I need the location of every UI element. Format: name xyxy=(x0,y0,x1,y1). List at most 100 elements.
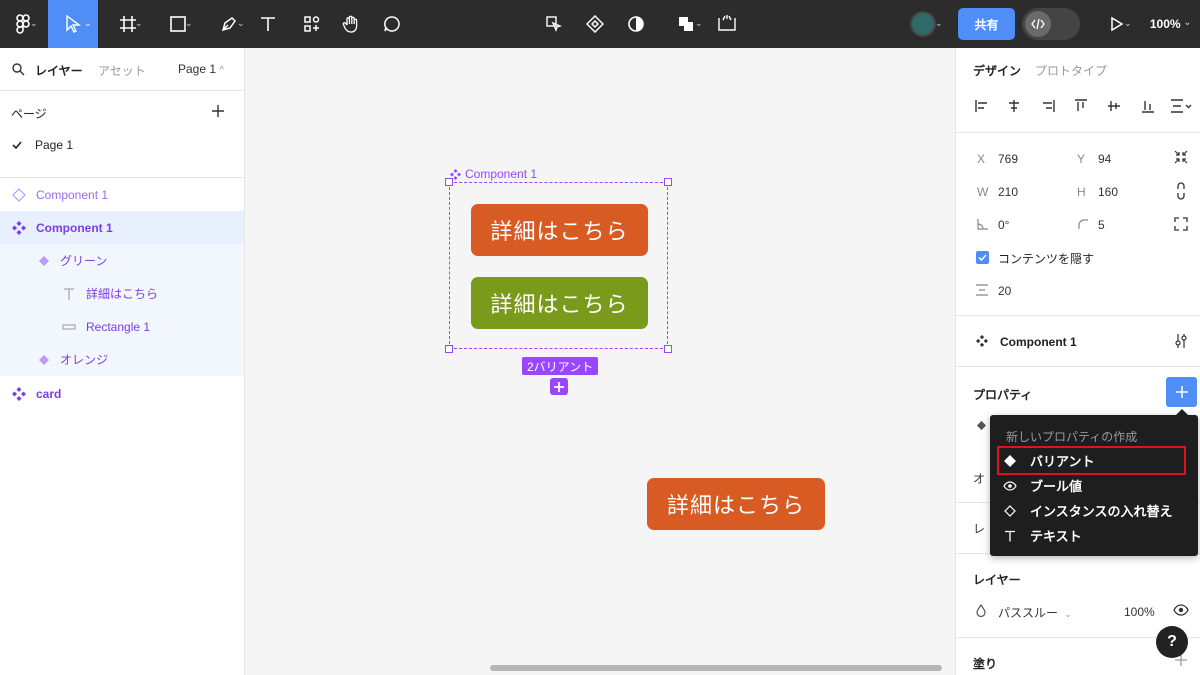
check-icon xyxy=(978,254,987,261)
x-input[interactable]: 769 xyxy=(998,152,1018,166)
eye-icon xyxy=(1003,480,1017,491)
zoom-menu[interactable]: 100% ⌄ xyxy=(1143,0,1198,48)
constrain-proportions-icon[interactable] xyxy=(1176,182,1186,200)
main-menu-button[interactable]: ⌄ xyxy=(0,0,46,48)
menu-item-text[interactable]: テキスト xyxy=(990,523,1198,548)
boolean-union-icon xyxy=(679,17,693,31)
instance-button[interactable]: 詳細はこちら xyxy=(647,478,825,530)
component-set-icon xyxy=(12,386,26,401)
y-input[interactable]: 94 xyxy=(1098,152,1111,166)
component-diamond-icon xyxy=(586,15,604,33)
avatar xyxy=(910,11,936,37)
rotation-input[interactable]: 0° xyxy=(998,218,1009,232)
collapse-arrows-icon[interactable] xyxy=(1174,150,1188,164)
align-top-icon[interactable] xyxy=(1073,98,1089,114)
radius-input[interactable]: 5 xyxy=(1098,218,1105,232)
edit-object-button[interactable] xyxy=(540,0,568,48)
resources-button[interactable] xyxy=(298,0,326,48)
search-icon[interactable] xyxy=(12,63,25,76)
add-variant-button[interactable] xyxy=(550,378,568,395)
chevron-down-icon: ⌄ xyxy=(1124,18,1132,28)
clip-content-label: コンテンツを隠す xyxy=(998,252,1095,266)
distribute-menu-icon[interactable] xyxy=(1169,98,1193,114)
hand-tool-button[interactable] xyxy=(337,0,365,48)
chevron-up-icon: ^ xyxy=(219,65,225,76)
layer-item[interactable]: 詳細はこちら xyxy=(0,277,244,310)
shape-tool-button[interactable]: ⌄ xyxy=(158,0,198,48)
component-name: Component 1 xyxy=(1000,335,1077,349)
gap-input[interactable]: 20 xyxy=(998,284,1011,298)
plus-icon xyxy=(1175,386,1188,398)
menu-item-instance-swap[interactable]: インスタンスの入れ替え xyxy=(990,498,1198,523)
align-left-icon[interactable] xyxy=(974,98,990,114)
independent-corners-icon[interactable] xyxy=(1174,217,1188,231)
page-selector[interactable]: Page 1 ^ xyxy=(178,62,224,76)
truncated-section-label: レ xyxy=(973,522,986,536)
help-button[interactable]: ? xyxy=(1156,626,1188,658)
multiplayer-avatar-button[interactable]: ⌄ xyxy=(897,0,949,48)
horizontal-scrollbar[interactable] xyxy=(490,665,942,671)
resize-handle[interactable] xyxy=(664,178,672,186)
resize-handle[interactable] xyxy=(445,345,453,353)
variant-orange-button[interactable]: 詳細はこちら xyxy=(471,204,648,256)
boolean-ops-button[interactable]: ⌄ xyxy=(666,0,706,48)
tab-prototype[interactable]: プロトタイプ xyxy=(1035,62,1107,79)
layer-item[interactable]: グリーン xyxy=(0,244,244,277)
plus-icon xyxy=(554,381,564,392)
variant-green-button[interactable]: 詳細はこちら xyxy=(471,277,648,329)
present-button[interactable]: ⌄ xyxy=(1097,0,1137,48)
clip-content-checkbox[interactable] xyxy=(976,251,989,264)
align-bottom-icon[interactable] xyxy=(1140,98,1156,114)
menu-item-boolean[interactable]: ブール値 xyxy=(990,473,1198,498)
align-right-icon[interactable] xyxy=(1040,98,1056,114)
w-label: W xyxy=(977,185,989,199)
blend-mode-select[interactable]: パススルー ⌄ xyxy=(998,604,1072,621)
menu-item-label: インスタンスの入れ替え xyxy=(1030,504,1173,519)
layer-item[interactable]: card xyxy=(0,377,244,410)
dev-mode-toggle[interactable] xyxy=(1022,8,1080,40)
comment-tool-button[interactable] xyxy=(378,0,406,48)
menu-item-label: テキスト xyxy=(1030,529,1082,544)
layer-item-label: グリーン xyxy=(60,254,108,268)
layer-item[interactable]: オレンジ xyxy=(0,343,244,376)
tab-layers[interactable]: レイヤー xyxy=(35,62,83,79)
add-page-icon[interactable] xyxy=(211,104,225,118)
text-tool-button[interactable] xyxy=(254,0,282,48)
layer-item[interactable]: Component 1 xyxy=(0,178,244,211)
h-input[interactable]: 160 xyxy=(1098,185,1118,199)
component-tool-button[interactable] xyxy=(581,0,609,48)
align-center-h-icon[interactable] xyxy=(1006,98,1022,114)
w-input[interactable]: 210 xyxy=(998,185,1018,199)
frame-tool-button[interactable]: ⌄ xyxy=(108,0,148,48)
resize-handle[interactable] xyxy=(445,178,453,186)
chevron-down-icon: ⌄ xyxy=(84,18,92,28)
add-property-button[interactable] xyxy=(1166,377,1197,407)
layer-item-label: オレンジ xyxy=(60,353,109,367)
variant-diamond-icon xyxy=(39,255,49,266)
resize-handle[interactable] xyxy=(664,345,672,353)
frame-label[interactable]: Component 1 xyxy=(450,167,537,181)
text-t-icon xyxy=(261,17,275,31)
canvas[interactable]: Component 1 詳細はこちら 詳細はこちら 2バリアント 詳細はこちら xyxy=(245,48,955,675)
layer-item-selected[interactable]: Component 1 xyxy=(0,211,244,244)
tab-design[interactable]: デザイン xyxy=(973,62,1021,79)
align-middle-v-icon[interactable] xyxy=(1106,98,1122,114)
text-t-icon xyxy=(1005,530,1015,541)
crop-code-button[interactable] xyxy=(713,0,741,48)
component-settings-icon[interactable] xyxy=(1174,333,1188,349)
chevron-down-icon: ⌄ xyxy=(237,18,245,28)
right-panel: デザイン プロトタイプ X 769 Y 94 W 210 H 160 0° 5 … xyxy=(955,48,1200,675)
eye-icon[interactable] xyxy=(1173,604,1189,616)
chevron-down-icon: ⌄ xyxy=(935,18,943,28)
page-item[interactable]: Page 1 xyxy=(0,132,244,158)
page-item-label: Page 1 xyxy=(35,138,74,152)
layer-item[interactable]: Rectangle 1 xyxy=(0,310,244,343)
opacity-input[interactable]: 100% xyxy=(1124,605,1155,619)
move-tool-button[interactable]: ⌄ xyxy=(48,0,98,48)
mask-button[interactable] xyxy=(622,0,650,48)
zoom-level: 100% xyxy=(1149,17,1181,31)
share-button[interactable]: 共有 xyxy=(958,8,1015,40)
pen-tool-button[interactable]: ⌄ xyxy=(208,0,250,48)
tab-assets[interactable]: アセット xyxy=(98,62,146,79)
layer-item-label: 詳細はこちら xyxy=(86,287,159,301)
